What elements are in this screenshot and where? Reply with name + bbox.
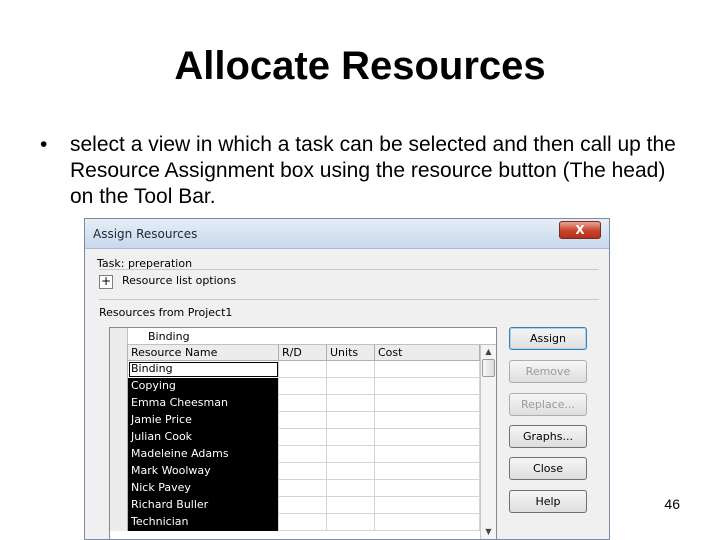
resource-name-cell[interactable]: Mark Woolway bbox=[128, 463, 279, 480]
row-header bbox=[110, 395, 128, 412]
dialog-title: Assign Resources bbox=[93, 227, 198, 241]
resource-name-cell[interactable]: Madeleine Adams bbox=[128, 446, 279, 463]
resource-name-cell[interactable]: Technician bbox=[128, 514, 279, 531]
rd-cell[interactable] bbox=[279, 429, 327, 446]
row-header bbox=[110, 463, 128, 480]
remove-button[interactable]: Remove bbox=[509, 360, 587, 383]
graphs-button[interactable]: Graphs... bbox=[509, 425, 587, 448]
bullet-text: select a view in which a task can be sel… bbox=[70, 133, 676, 208]
close-icon[interactable]: X bbox=[559, 221, 601, 239]
table-row[interactable]: Julian Cook bbox=[110, 429, 480, 446]
row-header bbox=[110, 378, 128, 395]
table-row[interactable]: Technician bbox=[110, 514, 480, 531]
column-header-rd[interactable]: R/D bbox=[279, 345, 327, 361]
resource-name-cell[interactable]: Binding bbox=[128, 361, 279, 378]
rd-cell[interactable] bbox=[279, 463, 327, 480]
resource-grid: Binding Resource Name R/D Units Cost Bin… bbox=[109, 327, 497, 539]
rd-cell[interactable] bbox=[279, 497, 327, 514]
slide-title: Allocate Resources bbox=[174, 44, 546, 88]
divider bbox=[99, 269, 599, 270]
resource-name-cell[interactable]: Nick Pavey bbox=[128, 480, 279, 497]
resource-name-cell[interactable]: Julian Cook bbox=[128, 429, 279, 446]
divider bbox=[99, 299, 599, 300]
rd-cell[interactable] bbox=[279, 361, 327, 378]
scroll-up-icon[interactable]: ▲ bbox=[481, 345, 496, 359]
dialog-titlebar[interactable]: Assign Resources X bbox=[85, 219, 609, 249]
row-header bbox=[110, 497, 128, 514]
expand-plus-icon[interactable]: + bbox=[99, 275, 113, 289]
grid-rows: Binding Copying Emma Cheesman Jamie Pric… bbox=[110, 361, 480, 531]
rd-cell[interactable] bbox=[279, 378, 327, 395]
units-cell[interactable] bbox=[327, 395, 375, 412]
resource-name-cell[interactable]: Emma Cheesman bbox=[128, 395, 279, 412]
column-header-units[interactable]: Units bbox=[327, 345, 375, 361]
assign-resources-dialog: Assign Resources X Task: preperation + R… bbox=[84, 218, 610, 540]
units-cell[interactable] bbox=[327, 463, 375, 480]
table-row[interactable]: Nick Pavey bbox=[110, 480, 480, 497]
row-header bbox=[110, 514, 128, 531]
row-header bbox=[110, 361, 128, 378]
rd-cell[interactable] bbox=[279, 446, 327, 463]
resource-name-cell[interactable]: Copying bbox=[128, 378, 279, 395]
cost-cell[interactable] bbox=[375, 446, 480, 463]
row-header bbox=[110, 429, 128, 446]
rd-cell[interactable] bbox=[279, 412, 327, 429]
close-button[interactable]: Close bbox=[509, 457, 587, 480]
header-stub bbox=[110, 345, 128, 361]
units-cell[interactable] bbox=[327, 412, 375, 429]
cost-cell[interactable] bbox=[375, 497, 480, 514]
vertical-scrollbar[interactable]: ▲ ▼ bbox=[480, 345, 496, 539]
help-button[interactable]: Help bbox=[509, 490, 587, 513]
table-row[interactable]: Emma Cheesman bbox=[110, 395, 480, 412]
grid-edit-bar[interactable]: Binding bbox=[110, 328, 496, 345]
scroll-thumb[interactable] bbox=[482, 359, 495, 377]
row-header-stub bbox=[110, 328, 128, 345]
rd-cell[interactable] bbox=[279, 480, 327, 497]
column-header-resource-name[interactable]: Resource Name bbox=[128, 345, 279, 361]
units-cell[interactable] bbox=[327, 378, 375, 395]
table-row[interactable]: Madeleine Adams bbox=[110, 446, 480, 463]
column-header-cost[interactable]: Cost bbox=[375, 345, 480, 361]
page-number: 46 bbox=[664, 496, 680, 512]
cost-cell[interactable] bbox=[375, 463, 480, 480]
row-header bbox=[110, 412, 128, 429]
cost-cell[interactable] bbox=[375, 378, 480, 395]
table-row[interactable]: Copying bbox=[110, 378, 480, 395]
row-header bbox=[110, 480, 128, 497]
cost-cell[interactable] bbox=[375, 395, 480, 412]
assign-button[interactable]: Assign bbox=[509, 327, 587, 350]
resource-name-cell[interactable]: Richard Buller bbox=[128, 497, 279, 514]
table-row[interactable]: Richard Buller bbox=[110, 497, 480, 514]
resource-name-cell[interactable]: Jamie Price bbox=[128, 412, 279, 429]
units-cell[interactable] bbox=[327, 514, 375, 531]
cost-cell[interactable] bbox=[375, 514, 480, 531]
resource-list-options-label[interactable]: Resource list options bbox=[122, 274, 236, 287]
row-header bbox=[110, 446, 128, 463]
cost-cell[interactable] bbox=[375, 412, 480, 429]
units-cell[interactable] bbox=[327, 361, 375, 378]
grid-edit-value[interactable]: Binding bbox=[148, 330, 190, 343]
scroll-down-icon[interactable]: ▼ bbox=[481, 525, 496, 539]
bullet-point: • select a view in which a task can be s… bbox=[40, 132, 690, 210]
table-row[interactable]: Mark Woolway bbox=[110, 463, 480, 480]
units-cell[interactable] bbox=[327, 429, 375, 446]
replace-button[interactable]: Replace... bbox=[509, 393, 587, 416]
rd-cell[interactable] bbox=[279, 514, 327, 531]
rd-cell[interactable] bbox=[279, 395, 327, 412]
resources-from-project-label: Resources from Project1 bbox=[99, 306, 233, 319]
units-cell[interactable] bbox=[327, 480, 375, 497]
units-cell[interactable] bbox=[327, 497, 375, 514]
bullet-dot: • bbox=[40, 133, 48, 156]
cost-cell[interactable] bbox=[375, 480, 480, 497]
units-cell[interactable] bbox=[327, 446, 375, 463]
table-row[interactable]: Binding bbox=[110, 361, 480, 378]
grid-header-row: Resource Name R/D Units Cost bbox=[110, 345, 480, 361]
table-row[interactable]: Jamie Price bbox=[110, 412, 480, 429]
cost-cell[interactable] bbox=[375, 429, 480, 446]
cost-cell[interactable] bbox=[375, 361, 480, 378]
